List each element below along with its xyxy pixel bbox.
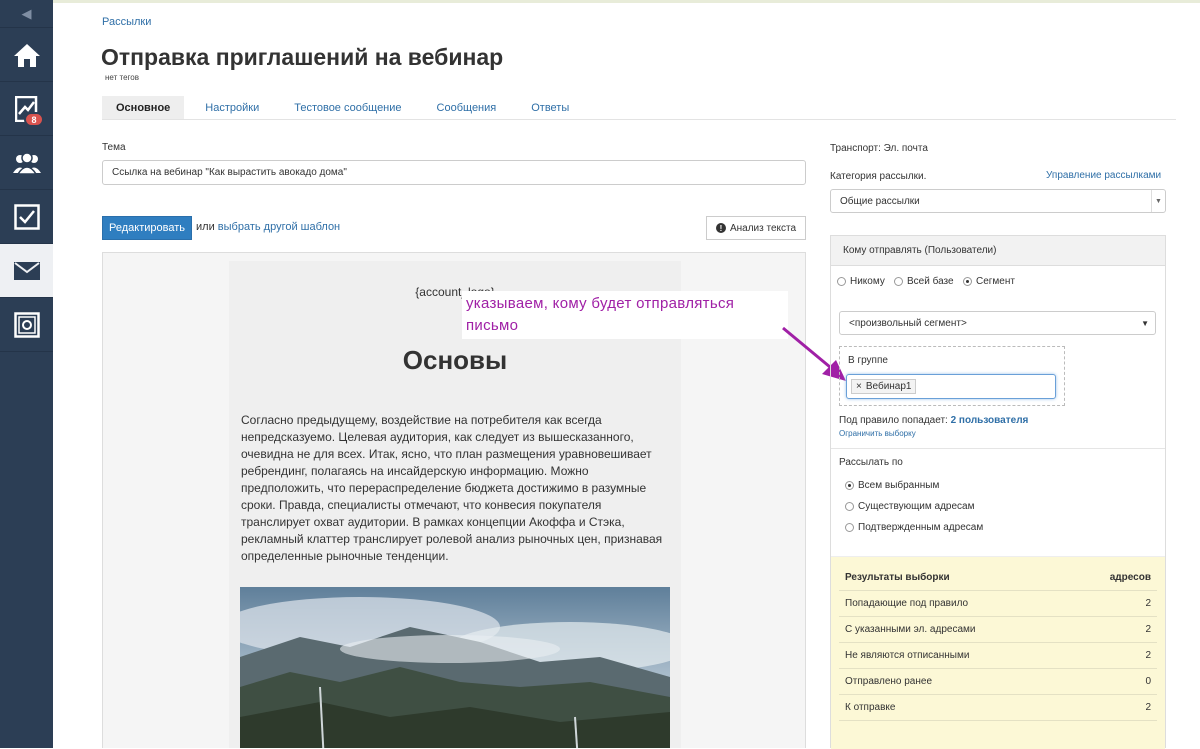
segment-value: <произвольный сегмент> [849, 317, 967, 329]
top-line [53, 0, 1200, 3]
radio-icon [894, 277, 903, 286]
tab-replies[interactable]: Ответы [517, 96, 583, 119]
mountain-image [240, 587, 670, 748]
tags-label[interactable]: нет тегов [105, 73, 139, 82]
radio-icon [845, 523, 854, 532]
rule-summary: Под правило попадает: 2 пользователя [839, 415, 1028, 426]
choose-template-link[interactable]: выбрать другой шаблон [218, 221, 340, 233]
results-table: Результаты выборки адресов Попадающие по… [831, 556, 1165, 749]
envelope-icon [13, 261, 40, 280]
subject-input[interactable]: Ссылка на вебинар "Как вырастить авокадо… [102, 160, 806, 185]
analyze-label: Анализ текста [729, 222, 797, 234]
radio-label: Всей базе [907, 276, 954, 287]
panel-title: Кому отправлять (Пользователи) [831, 236, 1165, 266]
radio-send-all-selected[interactable]: Всем выбранным [845, 480, 939, 491]
email-heading: Основы [402, 345, 508, 375]
send-by-label: Рассылать по [839, 457, 903, 468]
row-label: Попадающие под правило [845, 598, 969, 609]
row-value: 2 [1145, 702, 1151, 713]
subject-value: Ссылка на вебинар "Как вырастить авокадо… [112, 167, 347, 178]
row-label: С указанными эл. адресами [845, 624, 976, 635]
edit-button[interactable]: Редактировать [102, 216, 192, 240]
subject-label: Тема [102, 142, 126, 153]
sidebar-item-tasks[interactable] [0, 190, 53, 244]
radio-send-confirmed[interactable]: Подтвержденным адресам [845, 522, 983, 533]
limit-selection-link[interactable]: Ограничить выборку [839, 429, 916, 438]
group-filter: В группе × Вебинар1 [839, 346, 1065, 406]
tab-bar: Основное Настройки Тестовое сообщение Со… [102, 96, 1176, 120]
group-label: В группе [848, 355, 888, 366]
results-unit: адресов [1109, 572, 1151, 583]
users-icon [12, 151, 41, 174]
transport-label: Транспорт: Эл. почта [830, 143, 928, 154]
tab-main[interactable]: Основное [102, 96, 185, 119]
group-tag-input[interactable]: × Вебинар1 [846, 374, 1056, 399]
results-title: Результаты выборки [845, 572, 950, 583]
category-value: Общие рассылки [840, 195, 920, 207]
row-label: Отправлено ранее [845, 676, 933, 687]
radio-label: Существующим адресам [858, 501, 975, 512]
manage-mailings-link[interactable]: Управление рассылками [1046, 170, 1161, 181]
tab-settings[interactable]: Настройки [191, 96, 273, 119]
row-value: 2 [1145, 624, 1151, 635]
row-value: 2 [1145, 598, 1151, 609]
radio-selected-icon [963, 277, 972, 286]
sidebar: ◀ 8 [0, 0, 53, 748]
sidebar-item-mailing[interactable] [0, 244, 53, 298]
breadcrumb[interactable]: Рассылки [102, 16, 151, 28]
radio-whole-base[interactable]: Всей базе [894, 276, 954, 287]
segment-select[interactable]: <произвольный сегмент> ▼ [839, 311, 1156, 335]
rule-prefix: Под правило попадает: [839, 415, 948, 426]
tab-test-message[interactable]: Тестовое сообщение [280, 96, 415, 119]
radio-segment[interactable]: Сегмент [963, 276, 1015, 287]
table-row: Отправлено ранее 0 [839, 669, 1157, 695]
chevron-down-icon: ▼ [1141, 318, 1149, 328]
results-header: Результаты выборки адресов [839, 565, 1157, 591]
radio-label: Подтвержденным адресам [858, 522, 984, 533]
table-row: С указанными эл. адресами 2 [839, 617, 1157, 643]
row-label: Не являются отписанными [845, 650, 970, 661]
tab-messages[interactable]: Сообщения [423, 96, 511, 119]
radio-label: Сегмент [976, 276, 1015, 287]
category-label: Категория рассылки. [830, 171, 927, 182]
chevron-down-icon: ▼ [1151, 190, 1165, 212]
analyze-text-button[interactable]: ! Анализ текста [706, 216, 806, 240]
page-title: Отправка приглашений на вебинар [101, 44, 504, 70]
notification-badge: 8 [24, 112, 44, 127]
table-row: К отправке 2 [839, 695, 1157, 721]
radio-selected-icon [845, 481, 854, 490]
radio-icon [845, 502, 854, 511]
or-label: или [196, 221, 215, 233]
safe-icon [13, 311, 40, 338]
group-tag: × Вебинар1 [851, 379, 917, 394]
sidebar-item-home[interactable] [0, 28, 53, 82]
annotation-callout: указываем, кому будет отправляться письм… [462, 291, 788, 339]
remove-tag-icon[interactable]: × [856, 381, 862, 392]
home-icon [13, 43, 40, 67]
info-icon: ! [715, 223, 726, 233]
radio-send-existing[interactable]: Существующим адресам [845, 501, 975, 512]
email-paragraph: Согласно предыдущему, воздействие на пот… [241, 413, 663, 563]
group-tag-label: Вебинар1 [865, 381, 912, 392]
sidebar-item-settings[interactable] [0, 298, 53, 352]
row-value: 0 [1145, 676, 1151, 687]
sidebar-item-users[interactable] [0, 136, 53, 190]
radio-nobody[interactable]: Никому [837, 276, 885, 287]
radio-label: Никому [850, 276, 885, 287]
category-select[interactable]: Общие рассылки ▼ [830, 189, 1166, 213]
table-row: Попадающие под правило 2 [839, 591, 1157, 617]
or-text: или выбрать другой шаблон [196, 221, 340, 233]
recipients-panel: Кому отправлять (Пользователи) Никому Вс… [830, 235, 1166, 749]
radio-label: Всем выбранным [858, 480, 940, 491]
table-row: Не являются отписанными 2 [839, 643, 1157, 669]
row-label: К отправке [845, 702, 896, 713]
sidebar-item-analytics[interactable]: 8 [0, 82, 53, 136]
checkbox-icon [13, 203, 40, 230]
collapse-sidebar-icon[interactable]: ◀ [0, 0, 53, 28]
radio-icon [837, 277, 846, 286]
row-value: 2 [1145, 650, 1151, 661]
divider [831, 448, 1165, 449]
rule-count-link[interactable]: 2 пользователя [951, 415, 1029, 426]
